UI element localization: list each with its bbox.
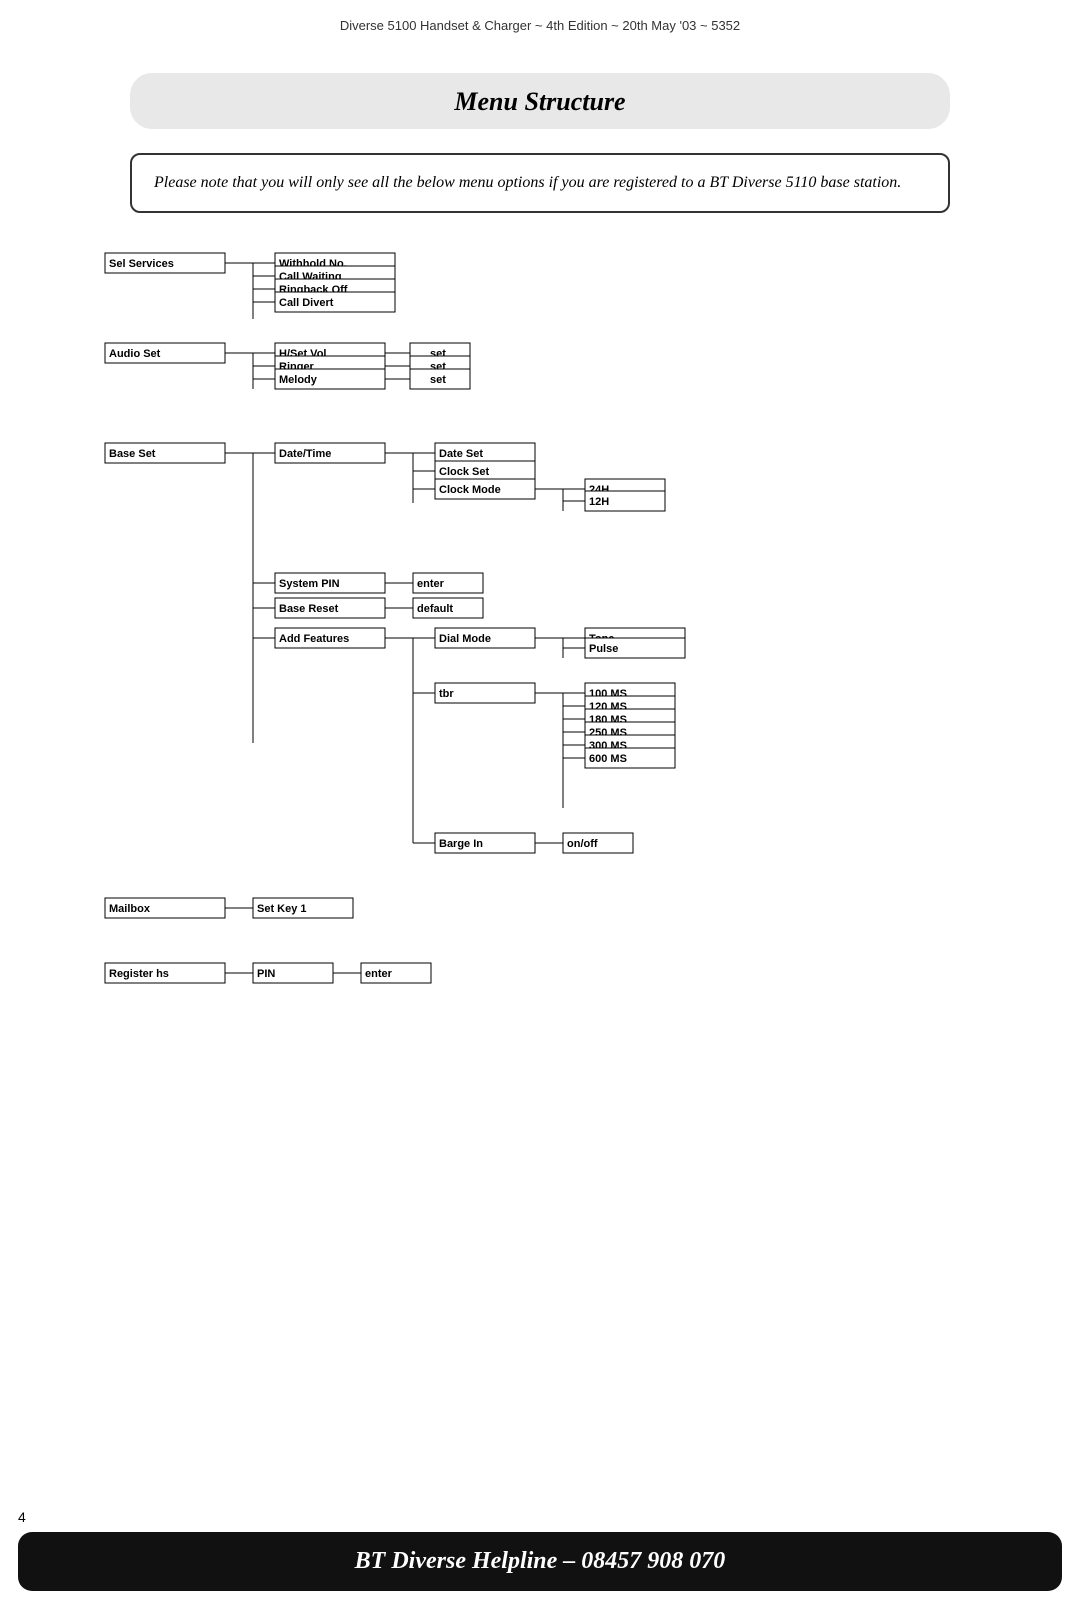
svg-text:Dial Mode: Dial Mode bbox=[439, 633, 491, 645]
svg-text:Date Set: Date Set bbox=[439, 448, 483, 460]
svg-text:Sel Services: Sel Services bbox=[109, 258, 174, 270]
svg-text:Clock Set: Clock Set bbox=[439, 466, 489, 478]
svg-text:on/off: on/off bbox=[567, 838, 598, 850]
note-box: Please note that you will only see all t… bbox=[130, 153, 950, 213]
note-text: Please note that you will only see all t… bbox=[154, 171, 926, 195]
footer-bar: BT Diverse Helpline – 08457 908 070 bbox=[18, 1532, 1062, 1591]
svg-text:Melody: Melody bbox=[279, 374, 318, 386]
page-number: 4 bbox=[18, 1509, 26, 1525]
svg-text:tbr: tbr bbox=[439, 688, 454, 700]
svg-text:Add Features: Add Features bbox=[279, 633, 349, 645]
page-title: Menu Structure bbox=[130, 87, 950, 117]
svg-text:Base Reset: Base Reset bbox=[279, 603, 339, 615]
title-box: Menu Structure bbox=[130, 73, 950, 129]
page-wrapper: Diverse 5100 Handset & Charger ~ 4th Edi… bbox=[0, 0, 1080, 1605]
svg-text:Pulse: Pulse bbox=[589, 643, 618, 655]
svg-text:Barge In: Barge In bbox=[439, 838, 483, 850]
svg-text:Register hs: Register hs bbox=[109, 968, 169, 980]
svg-text:Mailbox: Mailbox bbox=[109, 903, 151, 915]
header-text: Diverse 5100 Handset & Charger ~ 4th Edi… bbox=[340, 18, 740, 33]
svg-text:enter: enter bbox=[417, 578, 445, 590]
svg-text:Audio Set: Audio Set bbox=[109, 348, 161, 360]
svg-text:set: set bbox=[430, 374, 446, 386]
menu-diagram: Sel Services Withhold No. Call Waiting R… bbox=[75, 243, 1005, 1063]
svg-text:default: default bbox=[417, 603, 453, 615]
svg-text:System PIN: System PIN bbox=[279, 578, 340, 590]
svg-text:PIN: PIN bbox=[257, 968, 275, 980]
svg-text:enter: enter bbox=[365, 968, 393, 980]
svg-text:12H: 12H bbox=[589, 496, 609, 508]
svg-text:Call Divert: Call Divert bbox=[279, 297, 334, 309]
svg-text:Set Key 1: Set Key 1 bbox=[257, 903, 307, 915]
footer-text: BT Diverse Helpline – 08457 908 070 bbox=[355, 1548, 726, 1574]
svg-text:600 MS: 600 MS bbox=[589, 753, 627, 765]
svg-text:Clock Mode: Clock Mode bbox=[439, 484, 501, 496]
header: Diverse 5100 Handset & Charger ~ 4th Edi… bbox=[0, 0, 1080, 43]
svg-text:Base Set: Base Set bbox=[109, 448, 156, 460]
svg-text:Date/Time: Date/Time bbox=[279, 448, 331, 460]
